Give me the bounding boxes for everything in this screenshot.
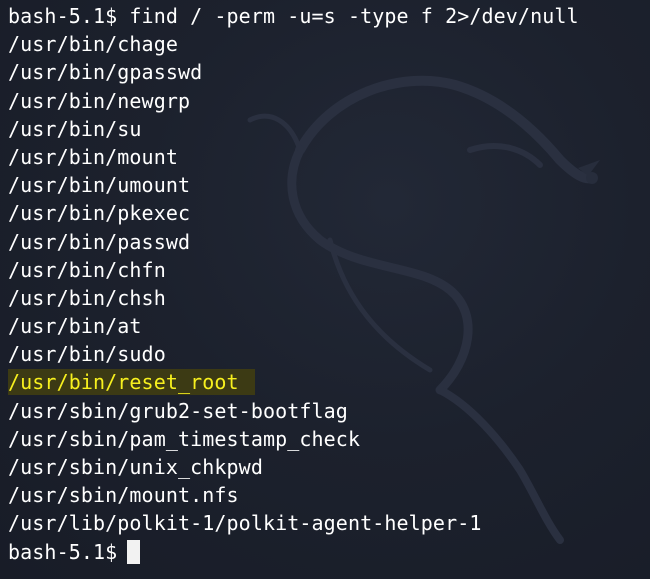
output-line: /usr/sbin/unix_chkpwd — [8, 455, 263, 479]
output-line: /usr/bin/newgrp — [8, 88, 191, 113]
output-line: /usr/bin/pkexec — [8, 201, 191, 226]
output-line: /usr/sbin/pam_timestamp_check — [8, 426, 361, 451]
highlighted-text: /usr/bin/reset_root — [8, 369, 255, 396]
output-line: /usr/bin/su — [8, 116, 142, 141]
output-line: /usr/bin/chage — [8, 32, 178, 57]
output-line: /usr/lib/polkit-1/polkit-agent-helper-1 — [8, 511, 482, 536]
output-line: /usr/bin/gpasswd — [8, 60, 203, 85]
output-line: /usr/bin/passwd — [8, 229, 191, 254]
output-line: /usr/bin/chfn — [8, 257, 166, 282]
command-line: bash-5.1$ find / -perm -u=s -type f 2>/d… — [8, 4, 579, 28]
text-cursor[interactable] — [127, 539, 141, 564]
highlighted-output-line: /usr/bin/reset_root — [8, 368, 579, 396]
output-line: /usr/bin/mount — [8, 144, 178, 169]
terminal-window[interactable]: bash-5.1$ find / -perm -u=s -type f 2>/d… — [0, 0, 650, 579]
shell-prompt: bash-5.1$ — [8, 539, 118, 564]
output-line: /usr/bin/at — [8, 314, 142, 339]
terminal-output: bash-5.1$ find / -perm -u=s -type f 2>/d… — [8, 2, 579, 566]
output-line: /usr/bin/chsh — [8, 285, 166, 310]
output-line: /usr/sbin/grub2-set-bootflag — [8, 398, 348, 423]
prompt-line[interactable]: bash-5.1$ — [8, 538, 579, 566]
output-line: /usr/bin/umount — [8, 173, 191, 198]
output-line: /usr/sbin/mount.nfs — [8, 483, 239, 508]
output-line: /usr/bin/sudo — [8, 342, 166, 367]
